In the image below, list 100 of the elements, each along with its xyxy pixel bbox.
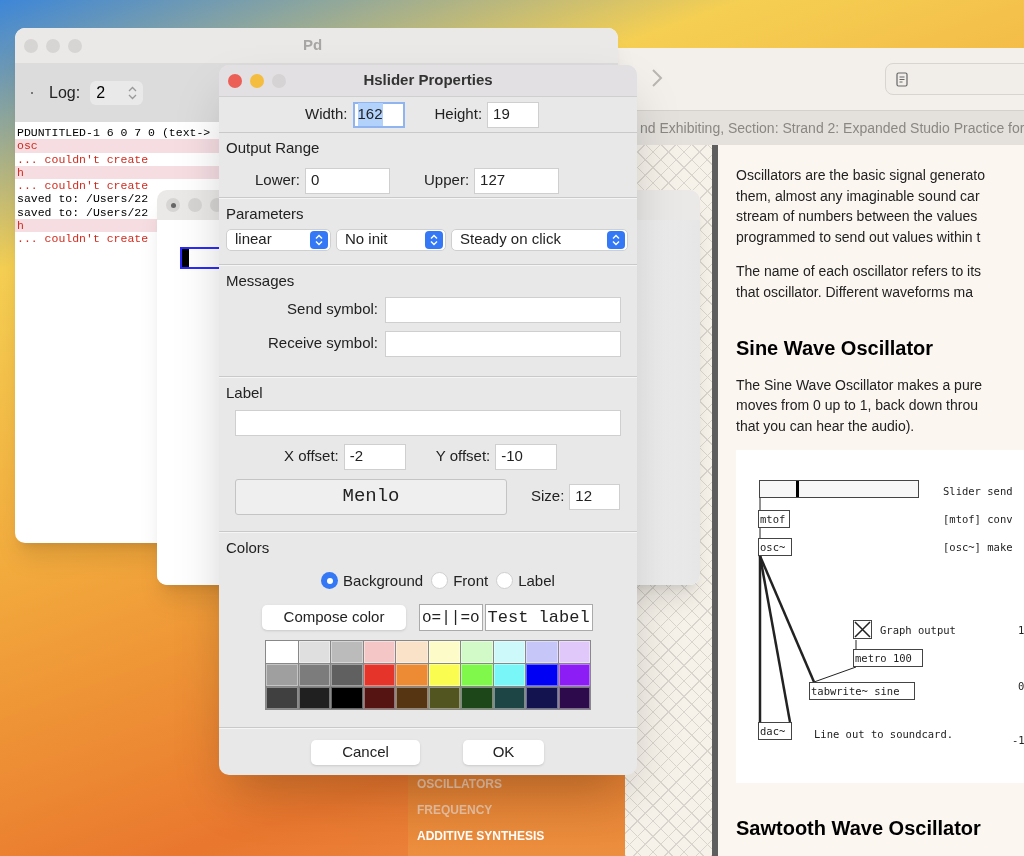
slider-widget[interactable] [759,480,919,499]
color-swatch[interactable] [526,687,558,709]
section-title: Messages [225,271,296,291]
input-field[interactable]: 0 [305,167,391,194]
dropdown[interactable]: No init [336,228,446,251]
paragraph-line: The Sine Wave Oscillator makes a pure [736,375,984,395]
section-title: Parameters [225,204,305,224]
close-button[interactable] [228,73,242,88]
color-swatch[interactable] [558,641,590,663]
toggle[interactable] [853,620,872,640]
close-button[interactable] [166,198,180,212]
stepper-icon [310,230,328,249]
color-swatch[interactable] [363,687,395,709]
paragraph-line: that you can hear the audio). [736,416,916,436]
radio-button[interactable] [321,572,339,590]
cross-icon [854,621,871,639]
log-label: Log: [49,82,81,103]
graph-axis-label: -1 [1012,733,1024,748]
color-swatch[interactable] [363,641,395,663]
color-swatch[interactable] [298,664,330,686]
slider-knob[interactable] [796,481,800,498]
document-icon [896,71,908,87]
label-preview: Test label [484,604,593,631]
section-title: Output Range [225,138,321,158]
patch-object: osc~ [758,538,792,557]
field-label: Width: [305,104,348,125]
console-line: ... couldn't create [16,232,149,246]
font-button[interactable]: Menlo [235,478,507,515]
console-line: ... couldn't create [16,152,149,166]
dropdown[interactable]: Steady on click [451,228,628,251]
patch-object: metro 100 [853,649,923,668]
field-label: Upper: [424,170,470,191]
color-swatch[interactable] [363,664,395,686]
input-field[interactable] [385,330,621,357]
console-line: saved to: /Users/22 [16,192,149,206]
field-label: Send symbol: [287,299,378,320]
color-swatch[interactable] [298,641,330,663]
color-swatch[interactable] [396,641,428,663]
color-swatch[interactable] [526,641,558,663]
color-swatch[interactable] [428,687,460,709]
section-heading: Sine Wave Oscillator [736,336,934,359]
dialog-button[interactable]: Cancel [311,739,420,765]
input-field[interactable]: 127 [474,167,560,194]
color-swatch[interactable] [461,641,493,663]
stepper-icon [425,230,443,249]
section-title: Colors [225,538,271,558]
patch-comment: [osc~] make [943,540,1013,555]
color-swatch[interactable] [298,687,330,709]
patch-object: mtof [758,510,790,529]
paragraph-line: them, almost any imaginable sound car [736,186,981,206]
console-line: ... couldn't create [16,179,149,193]
console-line: PDUNTITLED-1 6 0 7 0 (text-> [16,126,211,140]
color-swatch[interactable] [526,664,558,686]
minimize-button[interactable] [250,73,264,88]
slider-knob[interactable] [182,249,189,267]
slider-preview: o=||=o [419,604,483,631]
radio-button[interactable] [496,572,514,590]
input-field[interactable]: 19 [487,101,540,128]
field-label: Front [453,570,489,591]
color-swatch[interactable] [396,664,428,686]
input-field[interactable] [385,296,621,323]
input-field[interactable] [235,409,621,436]
color-swatch[interactable] [266,664,298,686]
color-swatch[interactable] [396,687,428,709]
color-swatch[interactable] [331,687,363,709]
color-swatch[interactable] [558,687,590,709]
field-label: Y offset: [435,446,491,467]
color-swatch[interactable] [493,687,525,709]
color-swatch[interactable] [493,641,525,663]
color-swatch[interactable] [266,687,298,709]
paragraph-line: stream of numbers between the values [736,207,979,227]
input-field[interactable]: 162 [352,101,405,128]
color-swatch[interactable] [331,664,363,686]
log-level-dropdown[interactable]: 2 [90,80,144,105]
color-swatch[interactable] [493,664,525,686]
color-swatch[interactable] [331,641,363,663]
color-swatch[interactable] [461,687,493,709]
input-field[interactable]: -10 [495,443,558,470]
patch-comment: Line out to soundcard. [814,727,954,742]
patch-comment: Slider send [943,484,1013,499]
window-title: Pd [303,35,323,56]
dialog-button[interactable]: OK [463,739,544,765]
color-swatch[interactable] [461,664,493,686]
radio-button[interactable] [431,572,449,590]
patch-comment: [mtof] conv [943,512,1013,527]
patch-comment: Graph output [880,623,956,638]
dropdown[interactable]: linear [226,228,331,251]
minimize-button[interactable] [188,198,202,212]
address-bar[interactable] [885,63,1024,95]
input-field[interactable]: -2 [343,443,406,470]
color-swatch[interactable] [266,641,298,663]
forward-chevron-icon[interactable] [651,68,663,88]
window-title: Hslider Properties [362,70,494,91]
field-label: Size: [531,486,565,507]
color-swatch[interactable] [428,664,460,686]
color-swatch[interactable] [558,664,590,686]
input-field[interactable]: 12 [569,483,621,510]
compose-color-button[interactable]: Compose color [262,605,406,630]
color-swatch[interactable] [428,641,460,663]
paragraph-line: Oscillators are the basic signal generato [736,166,987,185]
